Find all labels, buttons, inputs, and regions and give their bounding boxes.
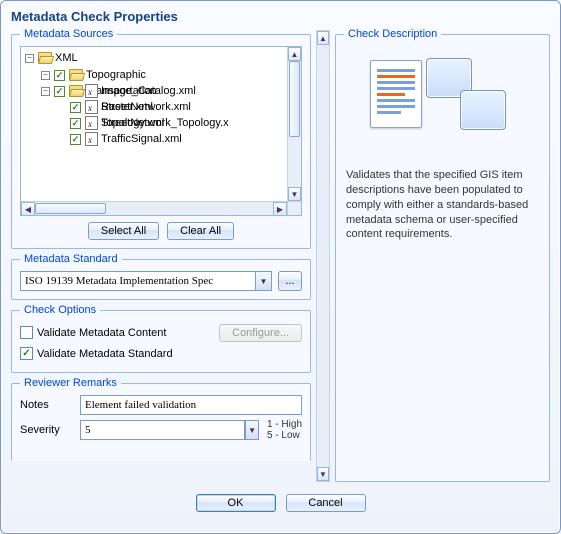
notes-input[interactable] bbox=[80, 395, 302, 415]
collapse-icon[interactable]: − bbox=[25, 54, 34, 63]
check-options-group: Check Options Validate Metadata Content … bbox=[11, 304, 311, 373]
checkbox-icon[interactable]: ✓ bbox=[54, 70, 65, 81]
chevron-down-icon[interactable]: ▼ bbox=[255, 271, 272, 291]
dialog-footer: OK Cancel bbox=[1, 486, 560, 522]
document-icon bbox=[370, 60, 422, 128]
scroll-up-icon[interactable]: ▲ bbox=[288, 47, 301, 61]
folder-open-icon bbox=[69, 85, 83, 97]
standard-combobox[interactable]: ▼ bbox=[20, 271, 272, 291]
check-options-legend: Check Options bbox=[20, 304, 100, 316]
metadata-standard-group: Metadata Standard ▼ ... bbox=[11, 253, 311, 300]
metadata-sources-legend: Metadata Sources bbox=[20, 28, 117, 40]
description-illustration bbox=[368, 50, 518, 160]
severity-legend: 1 - High 5 - Low bbox=[267, 419, 302, 441]
checkbox-icon[interactable]: ✓ bbox=[70, 118, 81, 129]
scroll-thumb[interactable] bbox=[289, 61, 300, 137]
xml-file-icon bbox=[85, 100, 98, 114]
sources-tree[interactable]: − XML − ✓ Topographi bbox=[20, 46, 302, 216]
scroll-right-icon[interactable]: ▶ bbox=[273, 202, 287, 216]
reviewer-remarks-legend: Reviewer Remarks bbox=[20, 377, 121, 389]
tree-horizontal-scrollbar[interactable]: ◀ ▶ bbox=[21, 201, 301, 215]
tree-item[interactable]: ✓ StreetNetwork_Topology.x bbox=[57, 115, 229, 131]
description-text: Validates that the specified GIS item de… bbox=[344, 168, 541, 242]
scroll-corner bbox=[287, 201, 301, 215]
validate-standard-checkbox[interactable]: ✓ bbox=[20, 347, 33, 360]
xml-file-icon bbox=[85, 132, 98, 146]
severity-combobox[interactable]: ▼ bbox=[80, 420, 259, 440]
checkbox-icon[interactable]: ✓ bbox=[54, 86, 65, 97]
tree-root-label: XML bbox=[55, 50, 78, 66]
tree-vertical-scrollbar[interactable]: ▲ ▼ bbox=[287, 47, 301, 201]
tree-item[interactable]: ✓ TrafficSignal.xml bbox=[57, 131, 182, 147]
tree-group[interactable]: − ✓ Topographic bbox=[41, 67, 146, 83]
layer-icon bbox=[460, 90, 506, 130]
ok-button[interactable]: OK bbox=[196, 494, 276, 512]
dialog-body: Metadata Sources − XML bbox=[1, 28, 560, 486]
checkbox-icon[interactable]: ✓ bbox=[70, 102, 81, 113]
reviewer-remarks-group: Reviewer Remarks Notes Severity ▼ 1 - Hi… bbox=[11, 377, 311, 461]
clear-all-button[interactable]: Clear All bbox=[167, 222, 234, 240]
scroll-up-icon[interactable]: ▲ bbox=[317, 31, 329, 45]
folder-open-icon bbox=[69, 69, 83, 81]
dialog-title: Metadata Check Properties bbox=[1, 1, 560, 28]
tree-group[interactable]: − ✓ Transportation bbox=[41, 83, 157, 99]
scroll-thumb[interactable] bbox=[35, 203, 106, 214]
chevron-down-icon[interactable]: ▼ bbox=[245, 420, 259, 440]
severity-label: Severity bbox=[20, 424, 72, 436]
check-description-legend: Check Description bbox=[344, 28, 441, 40]
validate-standard-label: Validate Metadata Standard bbox=[37, 348, 173, 360]
standard-input[interactable] bbox=[20, 271, 255, 291]
panel-vertical-scrollbar[interactable]: ▲ ▼ bbox=[316, 30, 330, 482]
metadata-sources-group: Metadata Sources − XML bbox=[11, 28, 311, 249]
xml-file-icon bbox=[85, 84, 98, 98]
tree-item[interactable]: ✓ StreetNetwork.xml bbox=[57, 99, 191, 115]
collapse-icon[interactable]: − bbox=[41, 71, 50, 80]
check-description-group: Check Description Validates that the spe… bbox=[335, 28, 550, 482]
xml-file-icon bbox=[85, 116, 98, 130]
select-all-button[interactable]: Select All bbox=[88, 222, 159, 240]
checkbox-icon[interactable]: ✓ bbox=[70, 134, 81, 145]
notes-label: Notes bbox=[20, 399, 72, 411]
validate-content-label: Validate Metadata Content bbox=[37, 327, 166, 339]
tree-root[interactable]: − XML bbox=[25, 50, 78, 66]
collapse-icon[interactable]: − bbox=[41, 87, 50, 96]
metadata-standard-legend: Metadata Standard bbox=[20, 253, 122, 265]
scroll-left-icon[interactable]: ◀ bbox=[21, 202, 35, 216]
validate-content-checkbox[interactable] bbox=[20, 326, 33, 339]
folder-open-icon bbox=[38, 52, 52, 64]
severity-input[interactable] bbox=[80, 420, 245, 440]
configure-button: Configure... bbox=[219, 324, 302, 342]
standard-more-button[interactable]: ... bbox=[278, 271, 302, 291]
scroll-down-icon[interactable]: ▼ bbox=[317, 467, 329, 481]
cancel-button[interactable]: Cancel bbox=[286, 494, 366, 512]
scroll-down-icon[interactable]: ▼ bbox=[288, 187, 301, 201]
